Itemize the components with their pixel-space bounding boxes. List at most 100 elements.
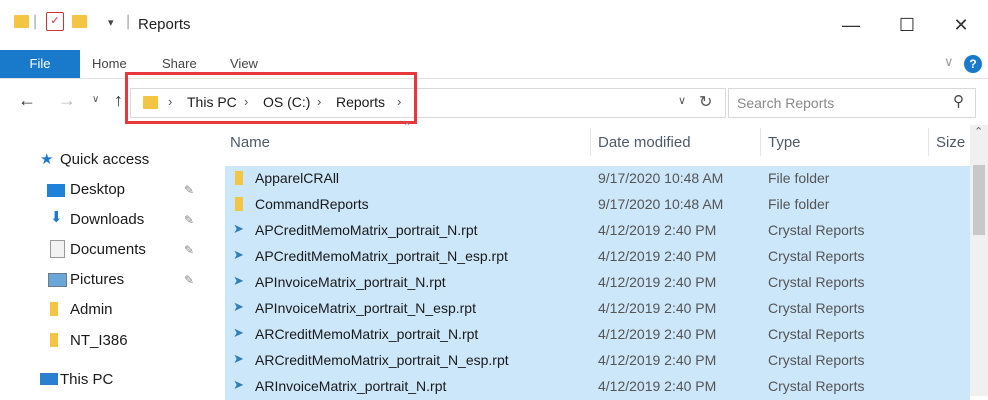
this-pc-icon [40,373,58,385]
minimize-button[interactable]: — [828,10,874,40]
documents-icon [50,240,65,258]
maximize-button[interactable]: ☐ [884,10,930,40]
sort-indicator-icon: ⌃ [403,122,412,133]
nav-admin[interactable]: Admin [70,301,113,318]
help-icon[interactable]: ? [964,55,982,73]
nav-this-pc[interactable]: This PC [60,371,113,388]
file-name: APInvoiceMatrix_portrait_N_esp.rpt [255,300,476,316]
scroll-up-icon[interactable]: ⌃ [974,125,983,138]
file-row[interactable]: ➤ ARCreditMemoMatrix_portrait_N.rpt 4/12/2… [225,322,970,348]
nav-pictures[interactable]: Pictures [70,271,124,288]
divider: | [126,13,131,30]
crystal-report-icon: ➤ [233,273,244,288]
file-row[interactable]: ➤ APInvoiceMatrix_portrait_N_esp.rpt 4/12/… [225,296,970,322]
close-button[interactable]: ✕ [938,10,984,40]
recent-locations-icon[interactable]: ∨ [92,94,99,105]
expand-ribbon-icon[interactable]: ∨ [944,54,954,70]
desktop-icon [47,184,65,197]
file-row[interactable]: ➤ ARCreditMemoMatrix_portrait_N_esp.rpt 4/… [225,348,970,374]
properties-icon[interactable]: ✓ [46,12,64,31]
crystal-report-icon: ➤ [233,299,244,314]
file-type: File folder [768,196,830,212]
crystal-report-icon: ➤ [233,351,244,366]
file-type: Crystal Reports [768,352,865,368]
pin-icon[interactable]: ✎ [184,183,194,197]
file-name: ARCreditMemoMatrix_portrait_N.rpt [255,326,479,342]
file-row[interactable]: ➤ APCreditMemoMatrix_portrait_N.rpt 4/12/2… [225,218,970,244]
nav-downloads[interactable]: Downloads [70,211,144,228]
tab-share[interactable]: Share [162,56,197,71]
file-date: 9/17/2020 10:48 AM [598,196,724,212]
file-type: Crystal Reports [768,326,865,342]
file-type: Crystal Reports [768,274,865,290]
forward-button[interactable]: → [58,90,76,111]
download-icon: ⬇ [50,209,63,226]
pictures-icon [48,273,67,287]
file-name: ApparelCRAll [255,170,340,186]
pin-icon[interactable]: ✎ [184,273,194,287]
search-icon[interactable]: ⚲ [953,92,964,110]
file-date: 4/12/2019 2:40 PM [598,222,717,238]
crystal-report-icon: ➤ [233,325,244,340]
file-type: Crystal Reports [768,300,865,316]
divider: | [33,13,38,30]
file-name: APCreditMemoMatrix_portrait_N.rpt [255,222,478,238]
nav-documents[interactable]: Documents [70,241,146,258]
file-type: Crystal Reports [768,378,865,394]
folder-icon [235,171,243,185]
crystal-report-icon: ➤ [233,247,244,262]
crystal-report-icon: ➤ [233,377,244,392]
divider [590,128,591,156]
vertical-scrollbar[interactable]: ⌃ [970,125,988,396]
file-date: 9/17/2020 10:48 AM [598,170,724,186]
divider [760,128,761,156]
file-type: Crystal Reports [768,248,865,264]
crystal-report-icon: ➤ [233,221,244,236]
column-size[interactable]: Size [936,134,965,151]
folder-icon [14,15,29,28]
divider [928,128,929,156]
file-name: CommandReports [255,196,369,212]
tab-view[interactable]: View [230,56,258,71]
column-type[interactable]: Type [768,134,801,151]
tab-home[interactable]: Home [92,56,127,71]
column-headers: ⌃ Name Date modified Type Size [225,122,970,156]
pin-icon[interactable]: ✎ [184,213,194,227]
file-row[interactable]: ApparelCRAll 9/17/2020 10:48 AM File folde… [225,166,970,192]
search-box[interactable]: Search Reports ⚲ [728,88,976,118]
file-name: APCreditMemoMatrix_portrait_N_esp.rpt [255,248,508,264]
file-row[interactable]: ➤ APInvoiceMatrix_portrait_N.rpt 4/12/2019… [225,270,970,296]
file-date: 4/12/2019 2:40 PM [598,248,717,264]
file-type: File folder [768,170,830,186]
file-date: 4/12/2019 2:40 PM [598,326,717,342]
scrollbar-thumb[interactable] [973,165,985,235]
column-date-modified[interactable]: Date modified [598,134,691,151]
window-title: Reports [138,16,191,33]
pin-icon[interactable]: ✎ [184,243,194,257]
new-folder-icon[interactable] [72,15,87,28]
file-name: APInvoiceMatrix_portrait_N.rpt [255,274,446,290]
navigation-pane: ★ Quick access Desktop ✎ ⬇ Downloads ✎ D… [0,125,215,396]
file-date: 4/12/2019 2:40 PM [598,378,717,394]
nav-quick-access[interactable]: Quick access [60,151,149,168]
address-history-icon[interactable]: ∨ [678,94,686,107]
file-date: 4/12/2019 2:40 PM [598,274,717,290]
file-type: Crystal Reports [768,222,865,238]
file-date: 4/12/2019 2:40 PM [598,352,717,368]
refresh-icon[interactable]: ↻ [699,92,712,112]
column-name[interactable]: Name [230,134,270,151]
file-name: ARInvoiceMatrix_portrait_N.rpt [255,378,447,394]
customize-toolbar-icon[interactable]: ▾ [108,16,114,29]
file-date: 4/12/2019 2:40 PM [598,300,717,316]
nav-desktop[interactable]: Desktop [70,181,125,198]
file-row[interactable]: CommandReports 9/17/2020 10:48 AM File fol… [225,192,970,218]
back-button[interactable]: ← [18,90,36,111]
folder-icon [50,302,58,316]
file-row[interactable]: ➤ ARInvoiceMatrix_portrait_N.rpt 4/12/2019… [225,374,970,400]
search-input[interactable]: Search Reports [737,95,834,111]
up-button[interactable]: ↑ [114,90,123,111]
file-row[interactable]: ➤ APCreditMemoMatrix_portrait_N_esp.rpt 4/… [225,244,970,270]
title-bar: | ✓ ▾ | Reports — ☐ ✕ [0,0,988,50]
tab-file[interactable]: File [0,50,80,78]
nav-nt-i386[interactable]: NT_I386 [70,332,128,349]
